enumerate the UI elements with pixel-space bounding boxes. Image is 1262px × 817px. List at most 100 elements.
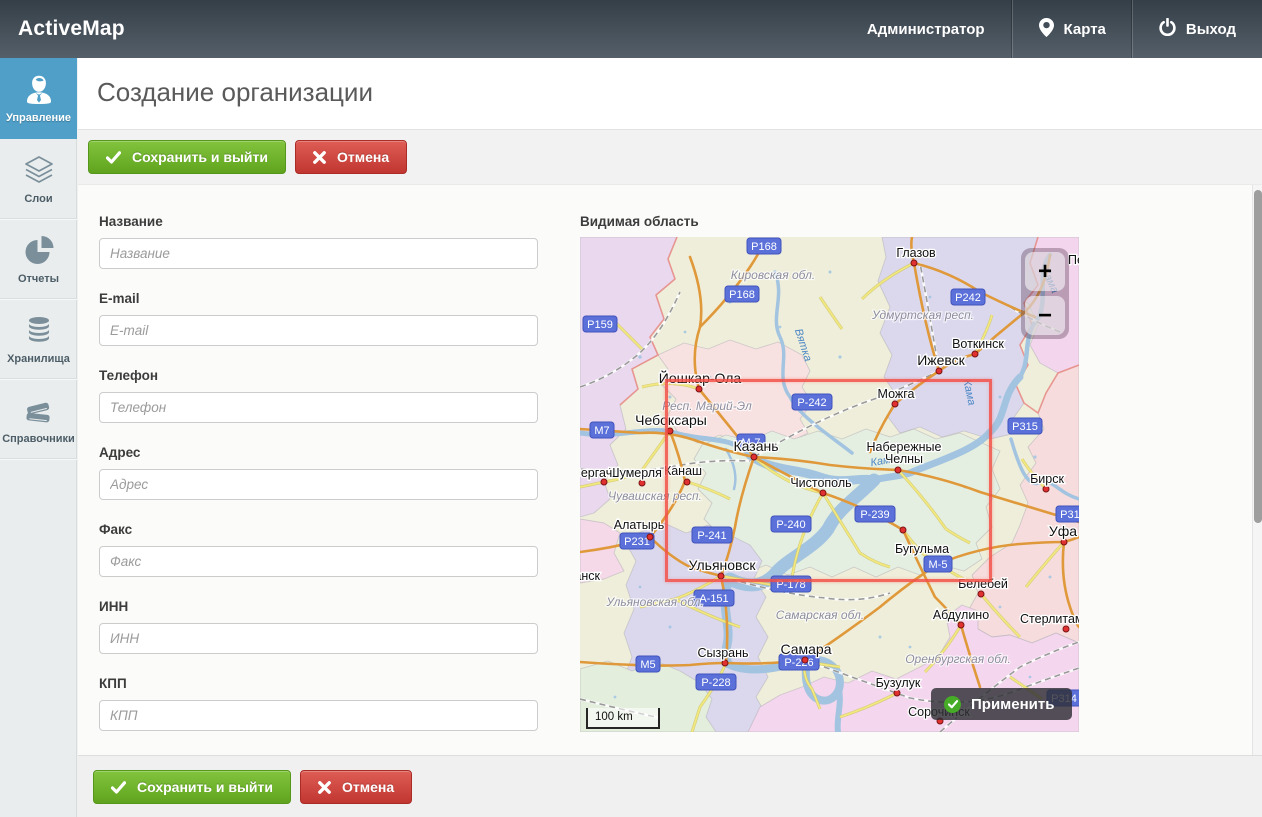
city-dot <box>911 260 917 266</box>
city-label: Ижевск <box>917 352 965 368</box>
city-label: Сызрань <box>697 646 748 660</box>
map-canvas[interactable]: Р168Р168Р242Р159Р-242М7М-7Р315Р-239Р315Р… <box>580 237 1079 732</box>
city-dot <box>802 657 808 663</box>
sidebar: Управление Слои Отчеты <box>0 58 77 817</box>
sidebar-item-label: Справочники <box>2 433 75 445</box>
field-email: E-mail <box>99 291 539 346</box>
sidebar-item-label: Хранилища <box>7 353 70 365</box>
city-marker: Пермь <box>1068 253 1079 267</box>
road-badge: Р168 <box>747 238 781 254</box>
svg-text:Р242: Р242 <box>955 292 981 304</box>
app-logo: ActiveMap <box>18 17 125 41</box>
city-marker: Саранск <box>580 569 601 583</box>
city-dot <box>978 591 984 597</box>
pie-chart-icon <box>21 233 57 269</box>
zoom-out-button[interactable]: − <box>1025 296 1065 335</box>
city-label: Пермь <box>1068 253 1079 267</box>
layers-icon <box>21 153 57 189</box>
svg-text:Р159: Р159 <box>587 319 613 331</box>
sidebar-item-label: Слои <box>24 193 52 205</box>
apply-button[interactable]: Применить <box>931 688 1072 720</box>
map-pin-icon <box>1039 18 1054 41</box>
panel-scrollbar-thumb[interactable] <box>1254 190 1262 523</box>
cancel-button-bottom[interactable]: Отмена <box>300 770 412 804</box>
x-icon <box>318 781 331 794</box>
city-label: Стерлитамак <box>1020 612 1079 626</box>
footer-bar: Сохранить и выйти Отмена <box>78 755 1262 817</box>
field-kpp: КПП <box>99 676 539 731</box>
city-label: Уфа <box>1049 523 1077 539</box>
city-dot <box>894 690 900 696</box>
svg-text:Р315: Р315 <box>1012 421 1038 433</box>
check-icon <box>106 151 121 164</box>
phone-input[interactable] <box>99 392 538 423</box>
form-panel: Название E-mail Телефон Адрес Факс <box>78 185 1262 755</box>
sidebar-item-directories[interactable]: Справочники <box>0 379 77 459</box>
city-dot <box>1063 626 1069 632</box>
apply-check-icon <box>944 696 961 713</box>
region-label: Ульяновская обл. <box>605 595 703 609</box>
books-icon <box>21 393 57 429</box>
zoom-in-button[interactable]: + <box>1025 252 1065 291</box>
map-section: Видимая область <box>580 214 1079 753</box>
svg-text:М7: М7 <box>594 425 609 437</box>
kpp-input[interactable] <box>99 700 538 731</box>
road-badge: М7 <box>590 422 614 438</box>
road-badge: Р-228 <box>696 674 736 690</box>
field-label: ИНН <box>99 599 539 614</box>
road-badge: Р168 <box>725 286 759 302</box>
sidebar-item-layers[interactable]: Слои <box>0 139 77 219</box>
field-label: Адрес <box>99 445 539 460</box>
city-dot <box>1061 539 1067 545</box>
svg-text:А-151: А-151 <box>699 593 728 605</box>
name-input[interactable] <box>99 238 538 269</box>
field-label: Факс <box>99 522 539 537</box>
cancel-button-label: Отмена <box>337 149 389 165</box>
city-dot <box>639 480 645 486</box>
x-icon <box>313 151 326 164</box>
city-label: Саранск <box>580 569 601 583</box>
cancel-button-label: Отмена <box>342 779 394 795</box>
address-input[interactable] <box>99 469 538 500</box>
field-phone: Телефон <box>99 368 539 423</box>
sidebar-item-reports[interactable]: Отчеты <box>0 219 77 299</box>
road-badge: Р159 <box>583 316 617 332</box>
visible-area-label: Видимая область <box>580 214 1079 229</box>
logout-label: Выход <box>1186 21 1236 38</box>
current-user[interactable]: Администратор <box>841 0 1012 58</box>
svg-text:М5: М5 <box>640 659 655 671</box>
main-content: Создание организации Сохранить и выйти О… <box>78 58 1262 817</box>
city-label: Абдулино <box>933 608 989 622</box>
page-head: Создание организации <box>78 58 1262 129</box>
email-input[interactable] <box>99 315 538 346</box>
save-button[interactable]: Сохранить и выйти <box>88 140 286 174</box>
sidebar-item-storages[interactable]: Хранилища <box>0 299 77 379</box>
region-label: Самарская обл. <box>776 608 864 622</box>
form-fields: Название E-mail Телефон Адрес Факс <box>99 214 539 753</box>
sidebar-item-management[interactable]: Управление <box>0 58 77 139</box>
svg-text:Р-228: Р-228 <box>701 677 730 689</box>
logout-link[interactable]: Выход <box>1133 0 1262 58</box>
save-button-label: Сохранить и выйти <box>137 779 273 795</box>
map-link[interactable]: Карта <box>1013 0 1132 58</box>
city-label: Глазов <box>896 246 936 260</box>
save-button-bottom[interactable]: Сохранить и выйти <box>93 770 291 804</box>
svg-text:Р315: Р315 <box>1060 509 1079 521</box>
region-label: Кировская обл. <box>731 268 815 282</box>
page-title: Создание организации <box>78 58 1262 108</box>
fax-input[interactable] <box>99 546 538 577</box>
road-badge: Р315 <box>1008 418 1042 434</box>
apply-button-label: Применить <box>971 696 1054 713</box>
svg-text:Р231: Р231 <box>624 536 650 548</box>
field-label: КПП <box>99 676 539 691</box>
cancel-button[interactable]: Отмена <box>295 140 407 174</box>
city-label: Бирск <box>1030 472 1064 486</box>
database-icon <box>21 313 57 349</box>
inn-input[interactable] <box>99 623 538 654</box>
map-selection-rect[interactable] <box>665 379 992 582</box>
panel-scrollbar[interactable] <box>1252 185 1262 755</box>
svg-text:Р-226: Р-226 <box>784 657 813 669</box>
city-dot <box>647 534 653 540</box>
city-dot <box>972 351 978 357</box>
save-button-label: Сохранить и выйти <box>132 149 268 165</box>
